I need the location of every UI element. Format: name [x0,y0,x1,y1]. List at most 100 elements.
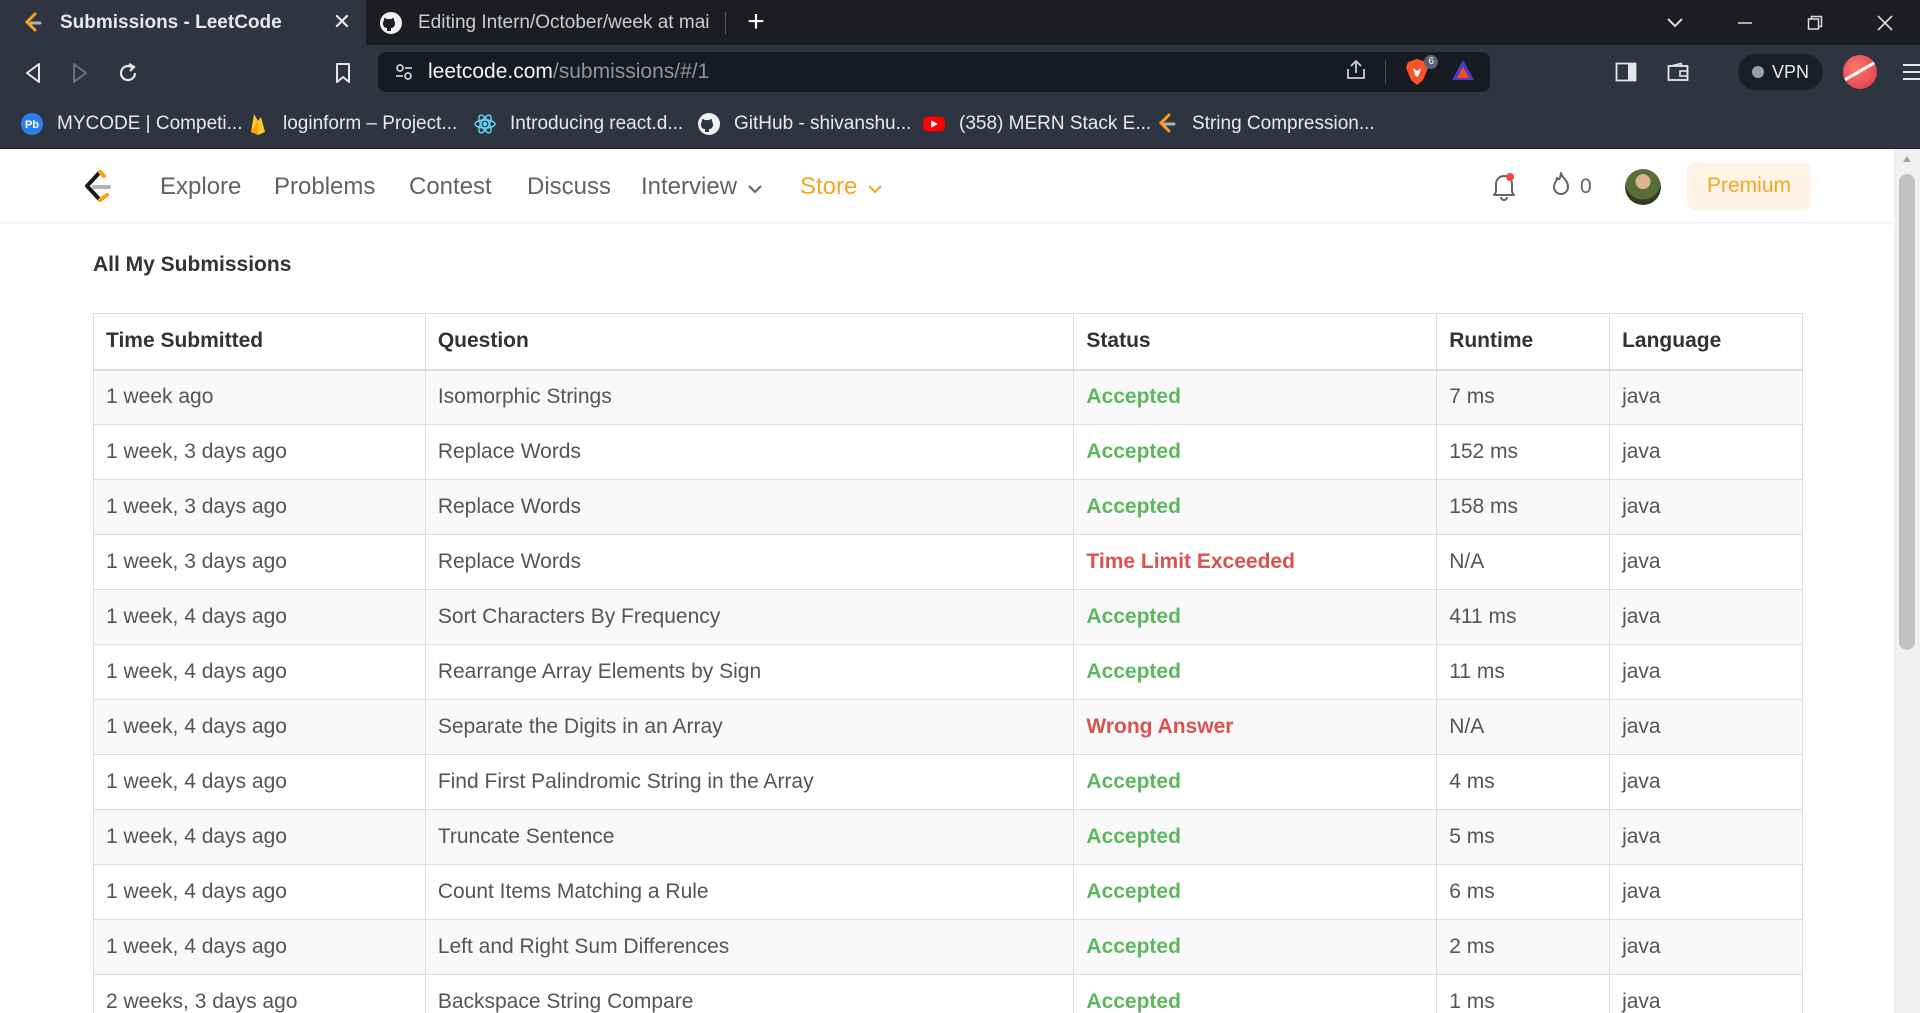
page-scrollbar[interactable] [1894,149,1920,1013]
status-link[interactable]: Accepted [1073,974,1438,1013]
streak-counter[interactable]: 0 [1550,171,1592,203]
runtime-cell: N/A [1436,534,1611,590]
language-cell: java [1609,369,1803,425]
table-row: 2 weeks, 3 days ago Backspace String Comp… [93,974,1803,1013]
address-bar[interactable]: leetcode.com/submissions/#/1 6 [378,52,1490,92]
bookmark-label: GitHub - shivanshu... [734,113,912,134]
brave-rewards-triangle-icon[interactable] [1450,58,1476,87]
time-cell: 1 week, 4 days ago [93,699,426,755]
question-link[interactable]: Find First Palindromic String in the Arr… [424,754,1075,810]
bookmark-item[interactable]: String Compression... [1155,110,1375,138]
premium-button[interactable]: Premium [1687,162,1811,210]
shields-count-badge: 6 [1424,55,1438,69]
reload-icon[interactable] [111,56,145,90]
page-viewport: Explore Problems Contest Discuss Intervi… [0,149,1920,1013]
bookmark-item[interactable]: (358) MERN Stack E... [922,110,1151,138]
time-cell: 1 week, 4 days ago [93,919,426,975]
status-link[interactable]: Accepted [1073,589,1438,645]
scroll-up-arrow-icon[interactable] [1894,149,1920,169]
brave-shields-icon[interactable]: 6 [1404,55,1438,86]
browser-profile-avatar[interactable] [1843,55,1878,89]
status-link[interactable]: Accepted [1073,369,1438,425]
bookmarks-bar: Pb MYCODE | Competi... loginform – Proje… [0,100,1920,149]
question-link[interactable]: Separate the Digits in an Array [424,699,1075,755]
time-cell: 2 weeks, 3 days ago [93,974,426,1013]
status-link[interactable]: Time Limit Exceeded [1073,534,1438,590]
question-link[interactable]: Left and Right Sum Differences [424,919,1075,975]
bookmark-item[interactable]: loginform – Project... [246,110,457,138]
language-cell: java [1609,424,1803,480]
new-tab-plus-icon[interactable]: + [738,5,774,41]
vpn-label: VPN [1772,61,1810,82]
share-icon[interactable] [1345,59,1367,86]
question-link[interactable]: Backspace String Compare [424,974,1075,1013]
table-row: 1 week, 3 days ago Replace Words Accepted 1… [93,424,1803,480]
fire-icon [1550,171,1572,203]
status-link[interactable]: Accepted [1073,919,1438,975]
tab-submissions[interactable]: Submissions - LeetCode ✕ [0,0,366,45]
bookmark-label: (358) MERN Stack E... [959,113,1152,134]
minimize-icon[interactable] [1710,0,1780,45]
scrollbar-thumb[interactable] [1899,174,1915,650]
question-link[interactable]: Isomorphic Strings [424,369,1075,425]
leetcode-icon [1155,112,1179,136]
github-icon [697,112,721,136]
question-link[interactable]: Count Items Matching a Rule [424,864,1075,920]
nav-store[interactable]: Store [800,173,883,201]
time-cell: 1 week, 4 days ago [93,754,426,810]
nav-store-label: Store [800,173,858,200]
time-cell: 1 week, 4 days ago [93,809,426,865]
bookmark-item[interactable]: GitHub - shivanshu... [697,110,911,138]
bookmark-label: Introducing react.d... [510,113,684,134]
table-row: 1 week, 3 days ago Replace Words Accepted 1… [93,479,1803,535]
status-link[interactable]: Accepted [1073,864,1438,920]
nav-contest[interactable]: Contest [409,173,492,201]
question-link[interactable]: Rearrange Array Elements by Sign [424,644,1075,700]
url-text[interactable]: leetcode.com/submissions/#/1 [428,60,709,84]
bookmark-item[interactable]: Pb MYCODE | Competi... [20,110,242,138]
user-avatar[interactable] [1625,169,1661,205]
tab-search-chevron-down-icon[interactable] [1640,0,1710,45]
nav-interview[interactable]: Interview [641,173,763,201]
nav-problems[interactable]: Problems [274,173,375,201]
status-link[interactable]: Accepted [1073,479,1438,535]
table-row: 1 week, 3 days ago Replace Words Time Limi… [93,534,1803,590]
bookmark-item[interactable]: Introducing react.d... [473,110,683,138]
close-window-icon[interactable] [1850,0,1920,45]
wallet-icon[interactable] [1652,51,1704,93]
nav-discuss[interactable]: Discuss [527,173,611,201]
close-tab-icon[interactable]: ✕ [330,10,354,34]
forward-arrow-icon[interactable] [63,56,97,90]
url-host: leetcode.com [428,60,553,83]
site-settings-icon[interactable] [394,62,414,87]
status-link[interactable]: Accepted [1073,424,1438,480]
status-link[interactable]: Wrong Answer [1073,699,1438,755]
firebase-icon [246,112,270,136]
status-link[interactable]: Accepted [1073,754,1438,810]
hamburger-menu-icon[interactable] [1887,51,1920,93]
question-link[interactable]: Replace Words [424,424,1075,480]
question-link[interactable]: Replace Words [424,479,1075,535]
question-link[interactable]: Sort Characters By Frequency [424,589,1075,645]
runtime-cell: 7 ms [1436,369,1611,425]
table-header-row: Time Submitted Question Status Runtime L… [93,313,1803,371]
notification-bell-icon[interactable] [1490,171,1520,201]
status-link[interactable]: Accepted [1073,809,1438,865]
runtime-cell: 158 ms [1436,479,1611,535]
column-header-language: Language [1609,313,1803,371]
question-link[interactable]: Truncate Sentence [424,809,1075,865]
back-arrow-icon[interactable] [16,56,50,90]
question-link[interactable]: Replace Words [424,534,1075,590]
restore-window-icon[interactable] [1780,0,1850,45]
table-row: 1 week, 4 days ago Left and Right Sum Dif… [93,919,1803,975]
runtime-cell: 5 ms [1436,809,1611,865]
tab-github-editing[interactable]: Editing Intern/October/week at main · [366,0,726,45]
vpn-button[interactable]: VPN [1738,54,1824,90]
bookmark-icon[interactable] [326,56,360,90]
leetcode-logo[interactable] [80,169,114,205]
sidebar-toggle-icon[interactable] [1600,51,1652,93]
status-link[interactable]: Accepted [1073,644,1438,700]
nav-explore[interactable]: Explore [160,173,241,201]
table-row: 1 week, 4 days ago Rearrange Array Elemen… [93,644,1803,700]
github-icon [378,10,404,36]
